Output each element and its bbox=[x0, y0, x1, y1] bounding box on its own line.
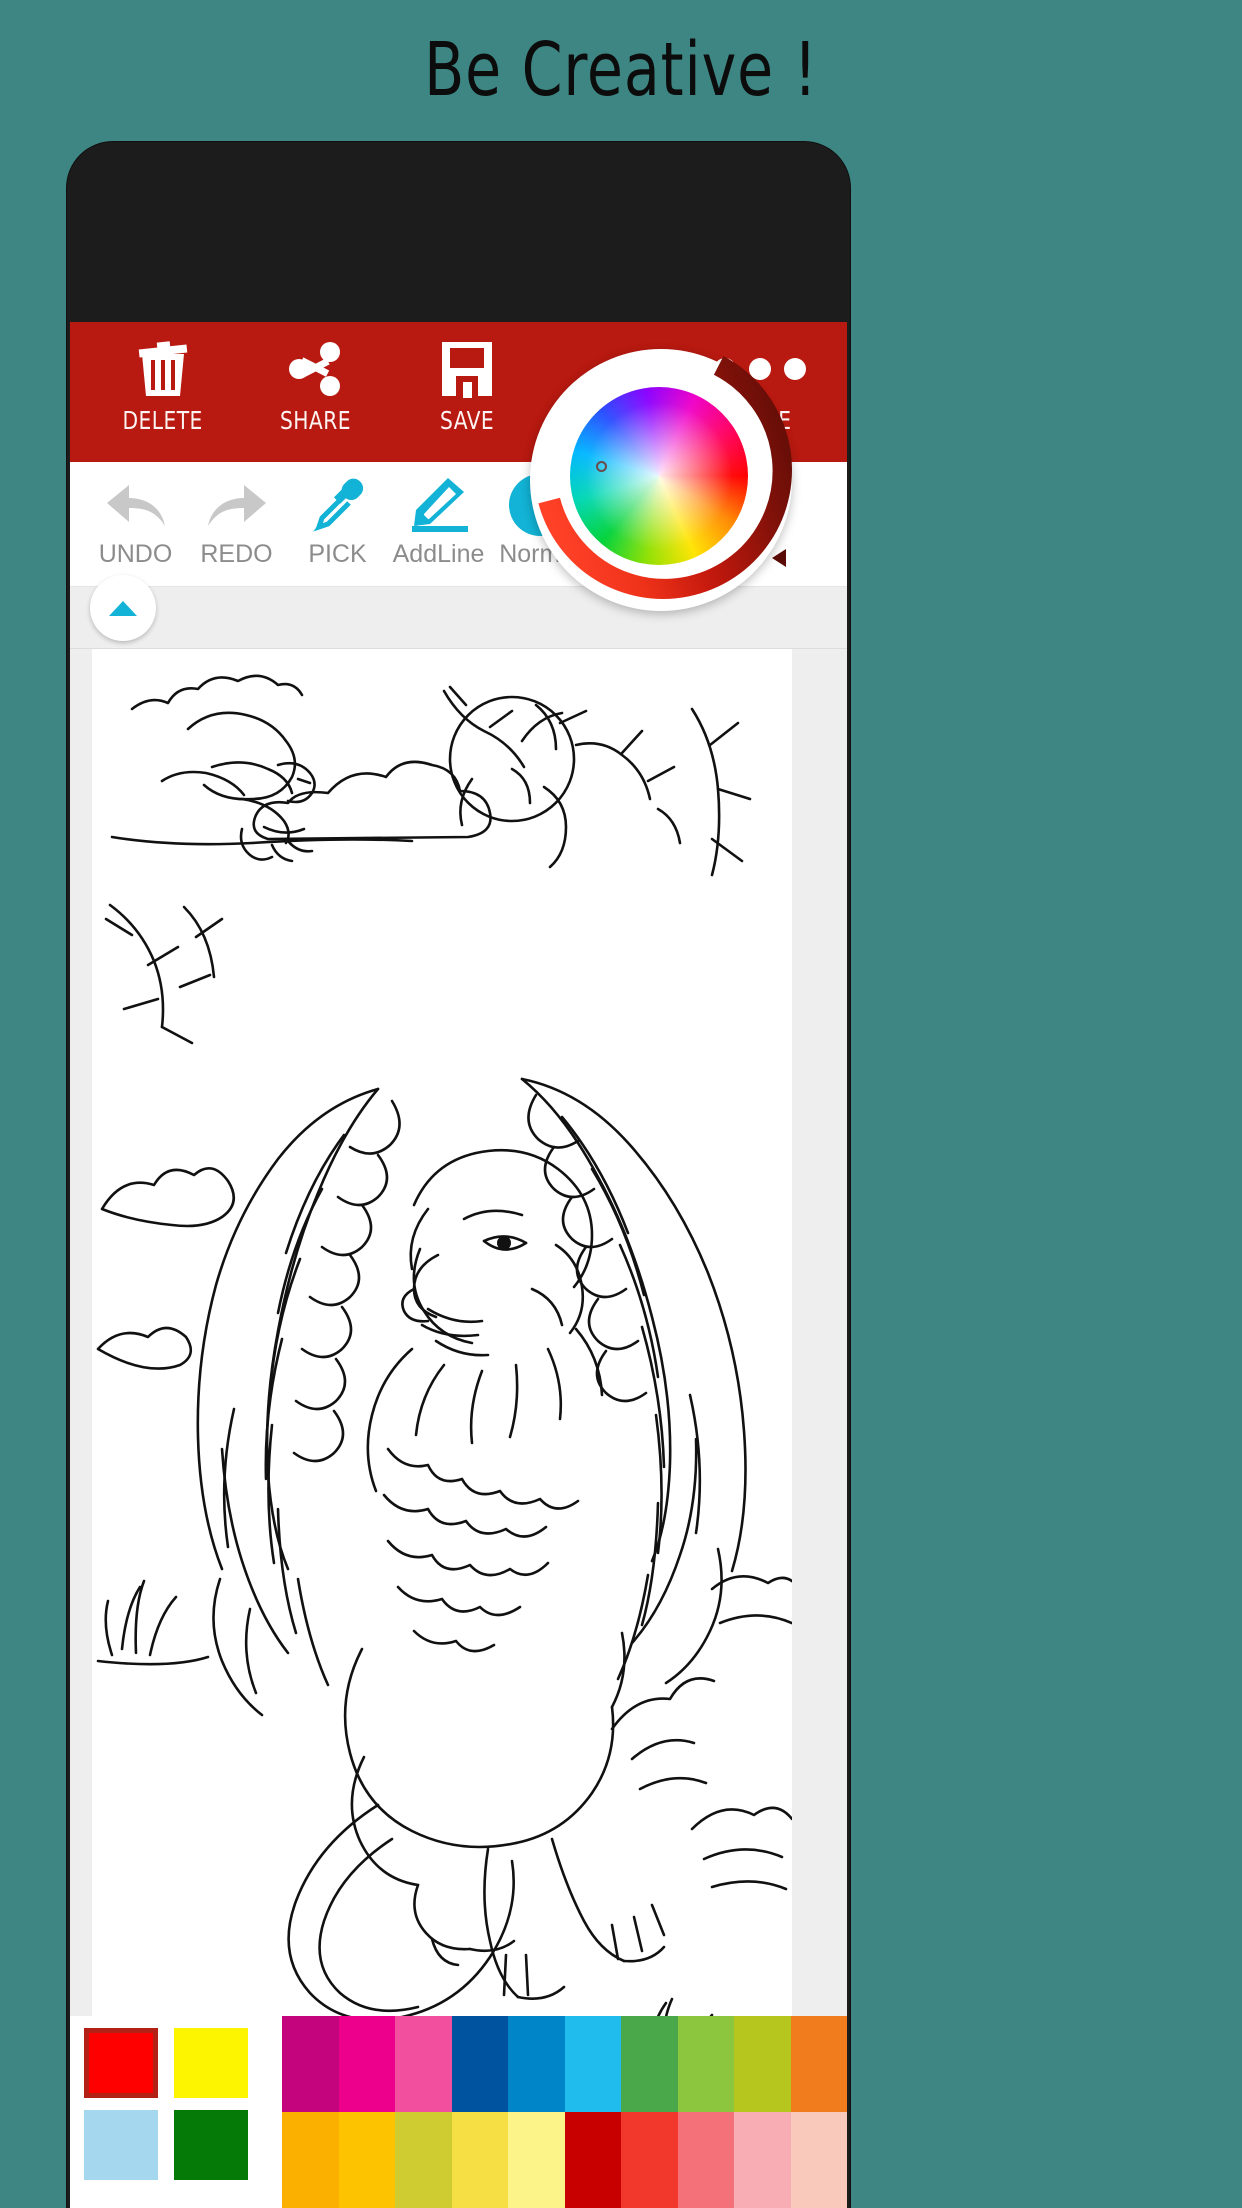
palette-swatch[interactable] bbox=[677, 2016, 734, 2112]
palette-swatch[interactable] bbox=[621, 2016, 678, 2112]
recent-colors-panel bbox=[70, 2016, 282, 2208]
color-palette-panel bbox=[70, 2016, 847, 2208]
palette-swatch[interactable] bbox=[734, 2016, 791, 2112]
share-label: SHARE bbox=[279, 406, 351, 435]
recent-color-swatch[interactable] bbox=[84, 2028, 158, 2098]
palette-swatch[interactable] bbox=[338, 2016, 395, 2112]
undo-label: UNDO bbox=[98, 540, 173, 568]
color-wheel-disc[interactable] bbox=[570, 387, 748, 565]
palette-swatch[interactable] bbox=[621, 2112, 678, 2208]
share-button[interactable]: SHARE bbox=[240, 322, 390, 462]
coloring-canvas[interactable] bbox=[92, 649, 792, 2205]
hue-ring-marker[interactable] bbox=[772, 549, 786, 567]
palette-swatch[interactable] bbox=[790, 2016, 847, 2112]
palette-swatch[interactable] bbox=[564, 2112, 621, 2208]
color-wheel-cursor[interactable] bbox=[596, 461, 607, 472]
palette-swatch[interactable] bbox=[790, 2112, 847, 2208]
floppy-disk-save-icon bbox=[438, 336, 496, 402]
recent-color-swatch[interactable] bbox=[174, 2028, 248, 2098]
undo-arrow-icon bbox=[105, 472, 167, 538]
palette-swatch[interactable] bbox=[451, 2016, 508, 2112]
addline-button[interactable]: AddLine bbox=[391, 462, 486, 587]
delete-button[interactable]: DELETE bbox=[88, 322, 238, 462]
griffin-line-art bbox=[96, 674, 792, 2141]
palette-swatch[interactable] bbox=[395, 2016, 452, 2112]
pick-label: PICK bbox=[308, 540, 367, 568]
palette-row bbox=[282, 2112, 847, 2208]
redo-arrow-icon bbox=[206, 472, 268, 538]
palette-swatch[interactable] bbox=[338, 2112, 395, 2208]
save-label: SAVE bbox=[439, 406, 495, 435]
palette-swatch[interactable] bbox=[564, 2016, 621, 2112]
redo-label: REDO bbox=[200, 540, 273, 568]
palette-swatch[interactable] bbox=[282, 2016, 339, 2112]
undo-button[interactable]: UNDO bbox=[88, 462, 183, 587]
palette-swatch[interactable] bbox=[395, 2112, 452, 2208]
palette-swatch[interactable] bbox=[508, 2016, 565, 2112]
palette-swatch[interactable] bbox=[677, 2112, 734, 2208]
color-wheel-popup[interactable] bbox=[530, 348, 792, 611]
palette-swatch[interactable] bbox=[734, 2112, 791, 2208]
palette-swatch[interactable] bbox=[508, 2112, 565, 2208]
addline-label: AddLine bbox=[392, 540, 485, 568]
pencil-line-icon bbox=[408, 472, 470, 538]
pick-button[interactable]: PICK bbox=[290, 462, 385, 587]
eyedropper-icon bbox=[310, 472, 366, 538]
collapse-toolbar-button[interactable] bbox=[90, 575, 156, 641]
canvas-area[interactable] bbox=[70, 649, 847, 2205]
palette-grid bbox=[282, 2016, 847, 2208]
palette-swatch[interactable] bbox=[282, 2112, 339, 2208]
trash-icon bbox=[136, 336, 190, 402]
page-title: Be Creative ! bbox=[424, 27, 818, 113]
palette-swatch[interactable] bbox=[451, 2112, 508, 2208]
redo-button[interactable]: REDO bbox=[189, 462, 284, 587]
recent-color-swatch[interactable] bbox=[84, 2110, 158, 2180]
save-button[interactable]: SAVE bbox=[392, 322, 542, 462]
share-icon bbox=[286, 336, 344, 402]
toolbar-collapse-strip bbox=[70, 575, 847, 649]
phone-screen: DELETE SHARE SAVE UNDO REDO PICK AddLine… bbox=[70, 322, 847, 2208]
palette-row bbox=[282, 2016, 847, 2112]
triangle-up-icon bbox=[109, 600, 137, 616]
recent-color-swatch[interactable] bbox=[174, 2110, 248, 2180]
delete-label: DELETE bbox=[122, 406, 204, 435]
